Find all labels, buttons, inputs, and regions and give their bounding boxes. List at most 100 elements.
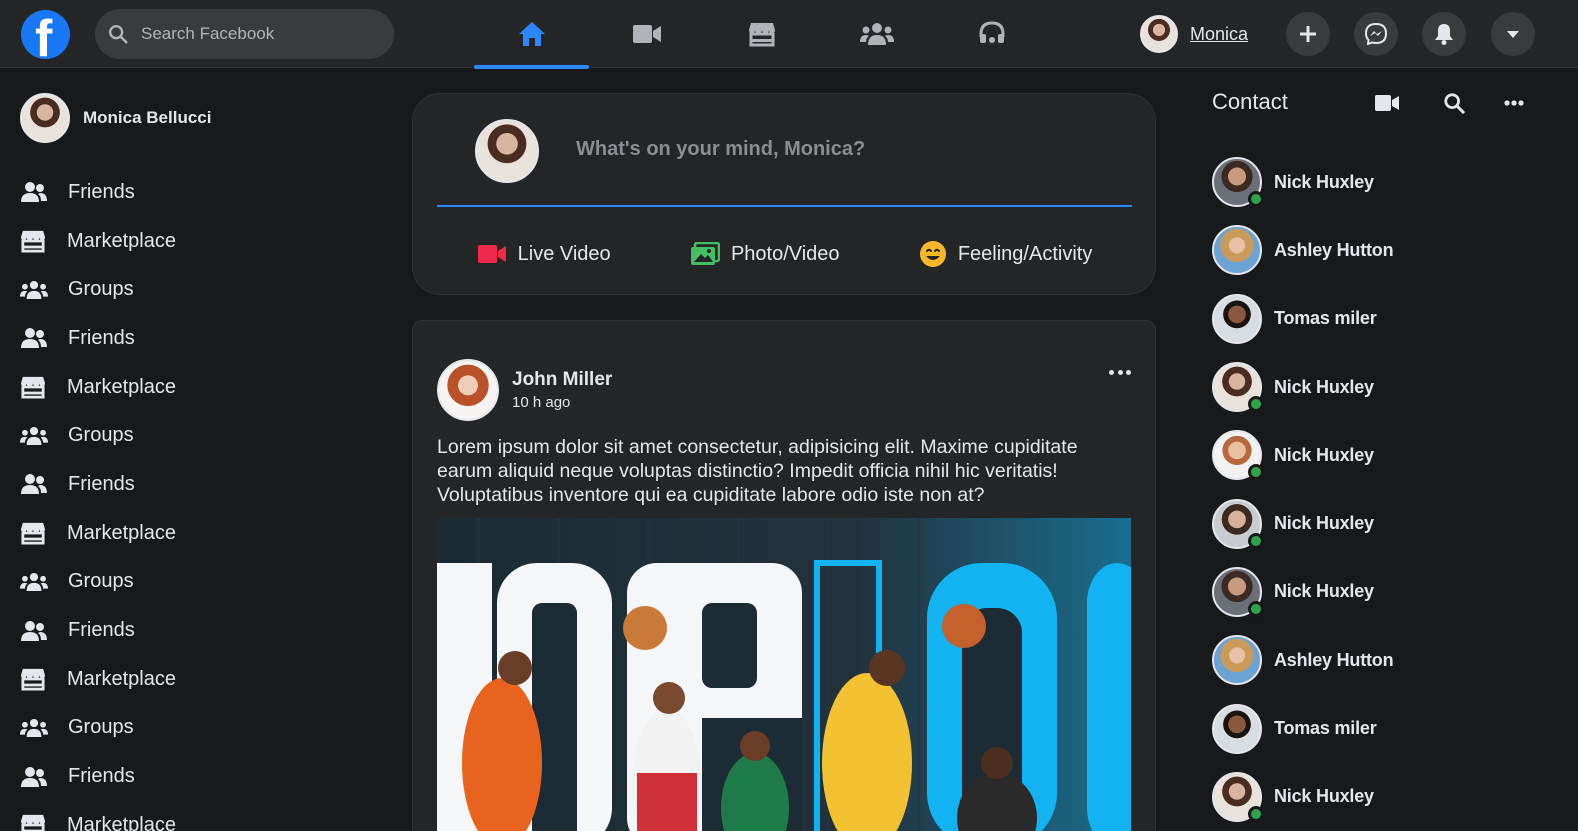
- contact-name: Tomas miler: [1274, 308, 1377, 329]
- contact-name: Ashley Hutton: [1274, 239, 1394, 260]
- sidebar-item-marketplace[interactable]: Marketplace: [20, 363, 176, 412]
- tab-marketplace[interactable]: [704, 0, 819, 68]
- sidebar-item-label: Friends: [68, 326, 135, 349]
- post-author-avatar[interactable]: [437, 359, 499, 421]
- messenger-button[interactable]: [1354, 12, 1398, 56]
- contact-list: Nick Huxley Ashley Hutton Tomas miler Nick …: [1212, 148, 1394, 831]
- contact-item[interactable]: Nick Huxley: [1212, 489, 1393, 557]
- sidebar-item-groups[interactable]: Groups: [20, 265, 176, 314]
- live-video-button[interactable]: Live Video: [477, 243, 611, 266]
- sidebar-item-label: Friends: [68, 472, 135, 495]
- contact-item[interactable]: Tomas miler: [1212, 285, 1393, 353]
- main-nav-tabs: [474, 0, 1049, 69]
- post-more-icon[interactable]: [1109, 365, 1131, 379]
- friends-icon: [20, 326, 50, 350]
- online-status-dot: [1248, 600, 1264, 617]
- contact-item[interactable]: Tomas miler: [1212, 694, 1393, 762]
- sidebar-item-label: Friends: [68, 180, 135, 203]
- sidebar-item-label: Marketplace: [67, 229, 176, 252]
- marketplace-icon: [20, 375, 50, 399]
- tab-watch[interactable]: [589, 0, 704, 68]
- contact-item[interactable]: Nick Huxley: [1212, 148, 1393, 216]
- post-image[interactable]: [437, 518, 1131, 831]
- online-status-dot: [1248, 805, 1264, 822]
- create-button[interactable]: [1286, 12, 1330, 56]
- sidebar-item-friends[interactable]: Friends: [20, 168, 176, 217]
- friends-icon: [20, 619, 50, 643]
- tab-gaming[interactable]: [934, 0, 1049, 68]
- contact-item[interactable]: Nick Huxley: [1212, 763, 1393, 831]
- online-status-dot: [1248, 191, 1264, 208]
- sidebar-item-label: Groups: [68, 278, 134, 301]
- post-author-name[interactable]: John Miller: [512, 369, 612, 391]
- sidebar-profile-link[interactable]: Monica Bellucci: [20, 93, 211, 143]
- marketplace-icon: [20, 229, 50, 253]
- composer-prompt[interactable]: What's on your mind, Monica?: [576, 138, 865, 161]
- account-menu-button[interactable]: [1491, 12, 1535, 56]
- plus-icon: [1300, 26, 1316, 42]
- composer-actions: Live Video Photo/Video Feeling/Activity: [437, 234, 1132, 274]
- groups-icon: [20, 570, 50, 594]
- composer-divider: [437, 205, 1132, 207]
- search-input[interactable]: [141, 24, 371, 44]
- tab-groups[interactable]: [819, 0, 934, 68]
- home-icon: [518, 22, 545, 46]
- bell-icon: [1435, 24, 1453, 45]
- contact-item[interactable]: Nick Huxley: [1212, 558, 1393, 626]
- live-video-icon: [477, 245, 506, 263]
- logo-letter: f: [35, 10, 53, 59]
- sidebar-item-marketplace[interactable]: Marketplace: [20, 655, 176, 704]
- gaming-icon: [979, 21, 1004, 43]
- post-header: John Miller 10 h ago: [437, 359, 612, 421]
- sidebar-item-marketplace[interactable]: Marketplace: [20, 801, 176, 831]
- groups-icon: [20, 278, 50, 302]
- sidebar-menu: Friends Marketplace Groups Friends Marketpla…: [20, 168, 176, 831]
- tab-home[interactable]: [474, 0, 589, 69]
- left-sidebar: Monica Bellucci Friends Marketplace Groups…: [0, 68, 400, 831]
- contact-item[interactable]: Ashley Hutton: [1212, 626, 1394, 694]
- contacts-sidebar: Contact Nick Huxley Ashley Hutton Tomas mi…: [1190, 68, 1578, 831]
- sidebar-item-marketplace[interactable]: Marketplace: [20, 217, 176, 266]
- online-status-dot: [1248, 464, 1264, 481]
- online-status-dot: [1248, 532, 1264, 549]
- profile-chip[interactable]: Monica: [1140, 14, 1248, 54]
- contact-name: Tomas miler: [1274, 718, 1377, 739]
- marketplace-icon: [748, 23, 775, 47]
- search-icon[interactable]: [1443, 92, 1465, 114]
- sidebar-user-name: Monica Bellucci: [83, 108, 212, 127]
- sidebar-item-label: Marketplace: [67, 667, 176, 690]
- sidebar-item-marketplace[interactable]: Marketplace: [20, 509, 176, 558]
- facebook-logo[interactable]: f: [21, 10, 70, 59]
- groups-icon: [859, 23, 894, 45]
- groups-icon: [20, 716, 50, 740]
- sidebar-item-groups[interactable]: Groups: [20, 411, 176, 460]
- notifications-button[interactable]: [1422, 12, 1466, 56]
- caret-down-icon: [1507, 31, 1519, 38]
- photo-icon: [690, 242, 720, 265]
- contacts-title: Contact: [1212, 89, 1288, 114]
- sidebar-item-friends[interactable]: Friends: [20, 752, 176, 801]
- sidebar-item-label: Marketplace: [67, 813, 176, 831]
- contact-item[interactable]: Nick Huxley: [1212, 353, 1393, 421]
- video-call-icon[interactable]: [1374, 94, 1400, 112]
- post-timestamp[interactable]: 10 h ago: [512, 394, 612, 411]
- avatar: [1212, 703, 1262, 754]
- more-icon[interactable]: [1504, 100, 1524, 106]
- sidebar-item-groups[interactable]: Groups: [20, 704, 176, 753]
- sidebar-item-friends[interactable]: Friends: [20, 460, 176, 509]
- friends-icon: [20, 472, 50, 496]
- sidebar-item-friends[interactable]: Friends: [20, 314, 176, 363]
- contact-item[interactable]: Nick Huxley: [1212, 421, 1393, 489]
- contact-name: Nick Huxley: [1274, 171, 1374, 192]
- search-bar[interactable]: [95, 9, 394, 59]
- photo-video-button[interactable]: Photo/Video: [690, 242, 840, 266]
- contact-name: Nick Huxley: [1274, 376, 1374, 397]
- sidebar-item-friends[interactable]: Friends: [20, 606, 176, 655]
- sidebar-item-label: Groups: [68, 424, 134, 447]
- live-video-label: Live Video: [517, 242, 611, 265]
- top-navigation-bar: f Search Facebook Monica: [0, 0, 1578, 69]
- contact-item[interactable]: Ashley Hutton: [1212, 216, 1394, 284]
- feeling-activity-button[interactable]: Feeling/Activity: [919, 240, 1092, 268]
- sidebar-item-label: Marketplace: [67, 521, 176, 544]
- sidebar-item-groups[interactable]: Groups: [20, 558, 176, 607]
